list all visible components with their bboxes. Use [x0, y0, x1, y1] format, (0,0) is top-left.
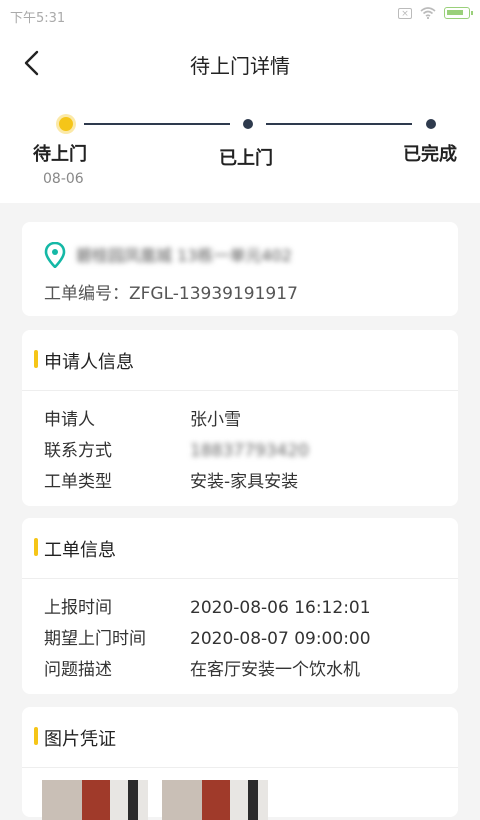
wifi-icon [420, 7, 436, 19]
section-title: 工单信息 [44, 540, 116, 561]
info-row-applicant: 申请人 张小雪 [44, 405, 241, 430]
info-label: 申请人 [44, 410, 95, 430]
step-dot [426, 119, 436, 129]
info-label: 工单类型 [44, 472, 112, 492]
applicant-info-card: 申请人信息 申请人 张小雪 联系方式 18837793420 工单类型 安装-家具安装 [22, 330, 458, 506]
section-header: 工单信息 [22, 518, 458, 579]
status-icons: × [398, 7, 473, 19]
section-title: 申请人信息 [44, 352, 134, 373]
location-card: 碧桂园凤凰城 13栋一单元402 工单编号：ZFGL-13939191917 [22, 222, 458, 316]
info-value: 张小雪 [190, 410, 241, 430]
info-row-report-time: 上报时间 2020-08-06 16:12:01 [44, 593, 371, 618]
progress-line [84, 123, 230, 125]
info-row-expected-time: 期望上门时间 2020-08-07 09:00:00 [44, 624, 371, 649]
info-label: 期望上门时间 [44, 629, 146, 649]
page-header: 待上门详情 [0, 30, 480, 100]
work-order-number: 工单编号：ZFGL-13939191917 [44, 284, 298, 304]
step-dot [243, 119, 253, 129]
step-label-pending: 待上门 [33, 144, 87, 165]
step-date: 08-06 [43, 171, 84, 187]
info-row-order-type: 工单类型 安装-家具安装 [44, 467, 298, 492]
page-title: 待上门详情 [190, 54, 290, 78]
status-time: 下午5:31 [10, 11, 66, 26]
section-accent-bar [34, 350, 38, 368]
step-dot-current [59, 117, 73, 131]
section-header: 图片凭证 [22, 707, 458, 768]
order-info-card: 工单信息 上报时间 2020-08-06 16:12:01 期望上门时间 2020-… [22, 518, 458, 694]
phone-number[interactable]: 18837793420 [190, 441, 309, 461]
info-value: 2020-08-06 16:12:01 [190, 598, 371, 618]
info-value: 2020-08-07 09:00:00 [190, 629, 371, 649]
info-label: 上报时间 [44, 598, 112, 618]
progress-stepper: 待上门 08-06 已上门 已完成 [0, 100, 480, 203]
location-pin-icon [44, 242, 66, 268]
progress-line [266, 123, 412, 125]
photo-evidence-card: 图片凭证 [22, 707, 458, 820]
info-label: 联系方式 [44, 441, 112, 461]
status-bar: 下午5:31 × [0, 0, 480, 30]
step-label-visited: 已上门 [219, 148, 273, 169]
step-label-done: 已完成 [403, 144, 457, 165]
info-label: 问题描述 [44, 660, 112, 680]
battery-icon [444, 7, 473, 19]
section-accent-bar [34, 727, 38, 745]
info-row-contact: 联系方式 18837793420 [44, 436, 309, 461]
section-header: 申请人信息 [22, 330, 458, 391]
section-title: 图片凭证 [44, 729, 116, 750]
photo-thumbnail[interactable] [42, 780, 148, 820]
no-sim-icon: × [398, 7, 412, 19]
info-row-description: 问题描述 在客厅安装一个饮水机 [44, 655, 360, 680]
photo-thumbnail[interactable] [162, 780, 268, 820]
info-value: 安装-家具安装 [190, 472, 299, 492]
address-text: 碧桂园凤凰城 13栋一单元402 [76, 246, 292, 265]
section-accent-bar [34, 538, 38, 556]
info-value: 在客厅安装一个饮水机 [190, 660, 360, 680]
